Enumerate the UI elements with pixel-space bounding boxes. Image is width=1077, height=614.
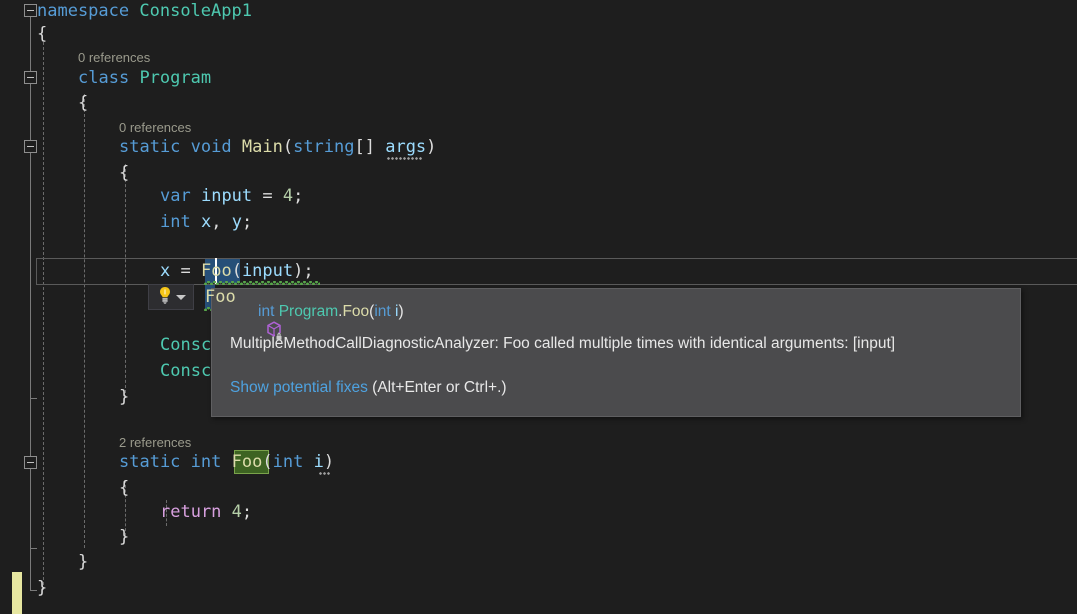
token-paren-close: ) — [323, 452, 335, 472]
token-method-main: Main — [241, 137, 283, 157]
token-number-4: 4 — [231, 502, 242, 522]
token-brackets: [] — [354, 137, 386, 157]
code-line-main-signature: static void Main(string[] args) — [119, 134, 436, 160]
code-line-ns-open: { — [37, 21, 47, 47]
token-static-keyword: static — [119, 452, 181, 472]
tooltip-diagnostic-message: MultipleMethodCallDiagnosticAnalyzer: Fo… — [230, 335, 896, 352]
code-line-foo-signature: static int Foo(int i) — [119, 449, 334, 475]
code-editor[interactable]: namespace ConsoleApp1 { 0 references cla… — [0, 0, 1077, 614]
token-paren-close-semi: ); — [293, 261, 314, 281]
code-line-class-close: } — [78, 549, 88, 575]
token-number-4: 4 — [282, 186, 294, 206]
code-line-int-xy: int x, y; — [160, 209, 252, 235]
token-paren-close: ) — [426, 137, 437, 157]
sig-return-type: int — [258, 303, 275, 320]
sig-close-paren: ) — [398, 303, 404, 320]
sig-param-type: int — [374, 303, 391, 320]
token-method-foo-decl: Foo — [231, 452, 263, 472]
sig-containing-type: Program — [278, 303, 339, 320]
code-line-console-y: Consc — [160, 358, 210, 384]
show-potential-fixes-link[interactable]: Show potential fixes — [230, 379, 368, 396]
token-void-keyword: void — [190, 137, 232, 157]
code-line-namespace: namespace ConsoleApp1 — [37, 0, 252, 24]
code-line-class: class Program — [78, 65, 211, 91]
token-local-x: x — [160, 261, 171, 281]
tooltip-signature: int Program.Foo(int i) — [230, 301, 404, 340]
token-arg-input: input — [241, 261, 294, 281]
token-semicolon: ; — [241, 502, 253, 522]
code-line-class-open: { — [78, 90, 88, 116]
token-int-keyword: int — [160, 212, 191, 232]
token-close-brace: } — [78, 552, 89, 572]
token-open-brace: { — [37, 24, 48, 44]
token-namespace-name: ConsoleApp1 — [139, 1, 252, 21]
token-open-brace: { — [119, 478, 130, 498]
token-close-brace: } — [119, 527, 130, 547]
token-semicolon: ; — [241, 212, 253, 232]
token-paren-open: ( — [262, 452, 273, 472]
token-local-x: x — [200, 212, 212, 232]
token-return-keyword: return — [160, 502, 222, 522]
code-line-main-close: } — [119, 384, 129, 410]
code-line-foo-close: } — [119, 524, 129, 550]
token-open-brace: { — [119, 163, 130, 183]
token-method-foo-call-2: Foo — [205, 287, 236, 307]
code-line-foo-open: { — [119, 475, 129, 501]
token-assign: = — [170, 261, 201, 281]
token-assign: = — [252, 186, 283, 206]
token-param-i: i — [313, 452, 324, 472]
token-class-name: Program — [139, 68, 212, 88]
token-close-brace: } — [37, 578, 48, 598]
quick-info-tooltip: int Program.Foo(int i) MultipleMethodCal… — [211, 288, 1021, 417]
token-static-keyword: static — [119, 137, 181, 157]
token-paren-open: ( — [282, 137, 294, 157]
token-paren-open: ( — [231, 261, 242, 281]
fix-shortcut-hint: (Alt+Enter or Ctrl+.) — [367, 379, 507, 396]
token-class-keyword: class — [78, 68, 130, 88]
token-semicolon: ; — [293, 186, 304, 206]
token-open-brace: { — [78, 93, 89, 113]
token-type-console: Consc — [160, 335, 210, 355]
tooltip-fix-row: Show potential fixes (Alt+Enter or Ctrl+… — [230, 379, 507, 397]
token-namespace-keyword: namespace — [37, 1, 130, 21]
token-type-console-2: Consc — [160, 361, 210, 381]
code-line-console-x: Consc — [160, 332, 210, 358]
code-line-return: return 4; — [160, 499, 252, 525]
quick-actions-lightbulb-button[interactable] — [148, 284, 194, 310]
token-local-input: input — [200, 186, 253, 206]
token-int-keyword-param: int — [272, 452, 304, 472]
code-line-main-open: { — [119, 160, 129, 186]
token-method-foo-call: Foo — [200, 261, 232, 281]
sig-method-name: Foo — [342, 303, 370, 320]
code-line-ns-close: } — [37, 575, 47, 601]
token-string-keyword: string — [293, 137, 355, 157]
token-param-args: args — [385, 137, 427, 157]
chevron-down-icon[interactable] — [175, 294, 186, 300]
token-local-y: y — [231, 212, 242, 232]
token-comma: , — [211, 212, 232, 232]
token-close-brace: } — [119, 387, 130, 407]
code-line-var-input: var input = 4; — [160, 183, 303, 209]
lightbulb-icon — [157, 286, 173, 308]
code-line-call-foo-x: x = Foo(input); — [160, 258, 314, 284]
token-int-keyword: int — [190, 452, 222, 472]
tooltip-signature-text: int Program.Foo(int i) — [258, 303, 404, 321]
token-var-keyword: var — [160, 186, 191, 206]
code-line-call-foo-y: Foo — [205, 284, 236, 310]
